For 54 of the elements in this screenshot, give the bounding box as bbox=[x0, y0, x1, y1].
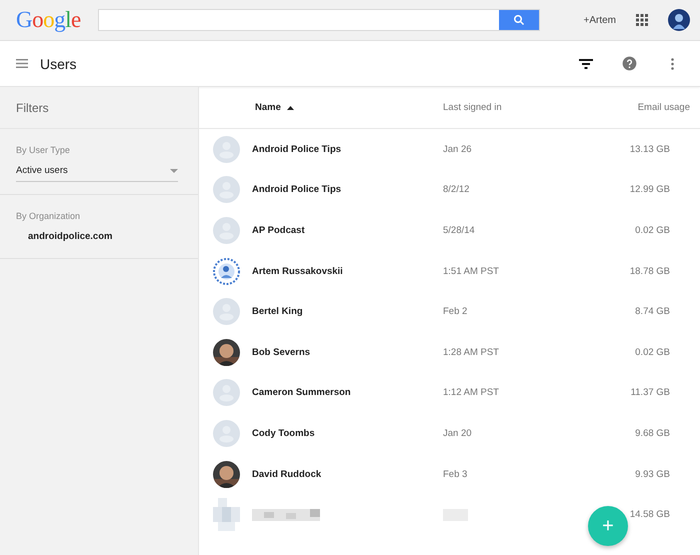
column-header[interactable]: Last signed in bbox=[439, 102, 502, 113]
filter-label: By User Type bbox=[16, 145, 71, 155]
last-signed-in: Feb 3 bbox=[442, 468, 468, 480]
filter-label: By Organization bbox=[16, 211, 82, 221]
email-usage: 18.78 GB bbox=[628, 266, 671, 277]
column-header[interactable]: Name bbox=[199, 102, 294, 113]
avatar-icon bbox=[213, 379, 240, 406]
email-usage: 13.13 GB bbox=[628, 144, 671, 155]
user-name[interactable]: David Ruddock bbox=[252, 468, 322, 480]
apps-grid-icon[interactable] bbox=[636, 14, 648, 26]
search-icon bbox=[513, 14, 525, 26]
last-signed-in: 5/28/14 bbox=[442, 224, 475, 236]
filter-icon bbox=[579, 58, 593, 68]
user-name[interactable]: Android Police Tips bbox=[252, 144, 342, 155]
email-usage: 9.68 GB bbox=[634, 428, 671, 439]
user-name[interactable]: Bob Severns bbox=[252, 346, 310, 358]
blurred-name bbox=[252, 508, 320, 521]
user-type-select[interactable]: Active users bbox=[16, 163, 178, 182]
email-usage: 12.99 GB bbox=[628, 184, 671, 196]
user-name[interactable]: AP Podcast bbox=[252, 224, 305, 236]
search-field[interactable] bbox=[98, 9, 540, 31]
email-usage: 0.02 GB bbox=[634, 224, 671, 236]
user-name[interactable]: Cody Toombs bbox=[252, 428, 315, 439]
user-name[interactable]: Cameron Summerson bbox=[252, 387, 351, 398]
profile-link[interactable]: +Artem bbox=[583, 14, 616, 26]
last-signed-in: Feb 2 bbox=[442, 306, 468, 318]
last-signed-in: 1:12 AM PST bbox=[442, 387, 499, 398]
avatar-icon bbox=[213, 298, 240, 326]
email-usage: 9.93 GB bbox=[634, 468, 671, 480]
search-button[interactable] bbox=[499, 10, 539, 30]
last-signed-in: Jan 20 bbox=[442, 428, 472, 439]
email-usage: 11.37 GB bbox=[630, 387, 671, 398]
last-signed-in: 8/2/12 bbox=[442, 184, 470, 196]
filters-heading: Filters bbox=[16, 100, 49, 114]
column-header[interactable]: Email usage bbox=[634, 102, 700, 113]
last-signed-in: 1:28 AM PST bbox=[442, 346, 499, 358]
dropdown-icon bbox=[170, 168, 178, 172]
email-usage: 14.58 GB bbox=[628, 509, 671, 520]
user-name[interactable]: Artem Russakovskii bbox=[252, 266, 343, 277]
user-name[interactable]: Android Police Tips bbox=[252, 184, 342, 196]
avatar-icon bbox=[213, 216, 240, 244]
email-usage: 0.02 GB bbox=[634, 346, 671, 358]
page-title: Users bbox=[40, 56, 77, 72]
last-signed-in: 1:51 AM PST bbox=[442, 266, 499, 277]
avatar-icon bbox=[213, 176, 240, 204]
more-icon bbox=[670, 58, 674, 70]
user-name[interactable]: Bertel King bbox=[252, 306, 303, 318]
organization-item[interactable]: androidpolice.com bbox=[16, 229, 182, 246]
avatar-icon bbox=[213, 136, 240, 163]
menu-icon[interactable] bbox=[16, 59, 28, 68]
last-signed-in: Jan 26 bbox=[442, 144, 472, 155]
help-icon bbox=[622, 56, 636, 71]
email-usage: 8.74 GB bbox=[634, 306, 671, 318]
avatar-icon bbox=[213, 420, 240, 447]
